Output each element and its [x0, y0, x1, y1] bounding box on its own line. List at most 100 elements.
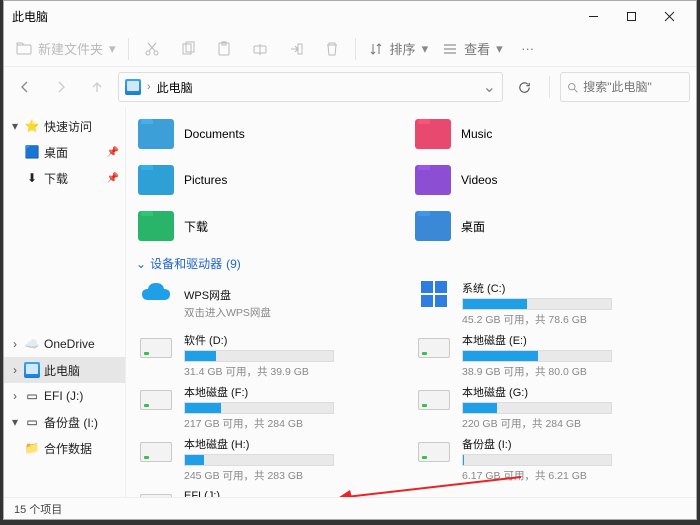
folder-documents[interactable]: Documents [138, 113, 407, 155]
search-box[interactable] [560, 72, 690, 102]
usage-bar [184, 402, 334, 414]
view-button[interactable]: 查看▾ [436, 33, 509, 65]
usage-bar [462, 350, 612, 362]
copy-icon [180, 41, 196, 57]
folder-music[interactable]: Music [415, 113, 684, 155]
download-icon: ⬇ [24, 170, 40, 186]
desktop-icon [415, 211, 451, 241]
videos-icon [415, 165, 451, 195]
share-button[interactable] [279, 33, 313, 65]
toolbar: 新建文件夹 ▾ 排序▾ 查看▾ ··· [4, 31, 696, 67]
pc-icon [24, 362, 40, 378]
documents-icon [138, 119, 174, 149]
sort-icon [368, 41, 384, 57]
back-button[interactable] [10, 72, 40, 102]
folders-grid: Documents Music Pictures Videos 下载 桌面 [138, 113, 696, 247]
view-icon [442, 41, 458, 57]
new-folder-button[interactable]: 新建文件夹 ▾ [10, 33, 122, 65]
folder-icon: 📁 [24, 440, 40, 456]
folder-pictures[interactable]: Pictures [138, 159, 407, 201]
drive-j[interactable]: EFI (J:)109 MB 可用，共 449 MB [138, 486, 406, 497]
paste-button[interactable] [207, 33, 241, 65]
drive-icon: ▭ [24, 414, 40, 430]
music-icon [415, 119, 451, 149]
sidebar-backup[interactable]: ▾▭备份盘 (I:) [4, 409, 125, 435]
address-bar[interactable]: › 此电脑 ⌄ [118, 72, 503, 102]
drive-icon [418, 442, 450, 462]
drives-grid: WPS网盘双击进入WPS网盘 系统 (C:)45.2 GB 可用，共 78.6 … [138, 278, 696, 497]
sidebar-onedrive[interactable]: ›☁️OneDrive [4, 331, 125, 357]
windows-icon [416, 278, 452, 310]
folder-desktop[interactable]: 桌面 [415, 205, 684, 247]
usage-bar [462, 454, 612, 466]
cut-icon [144, 41, 160, 57]
forward-button[interactable] [46, 72, 76, 102]
paste-icon [216, 41, 232, 57]
drive-icon [140, 338, 172, 358]
delete-button[interactable] [315, 33, 349, 65]
copy-button[interactable] [171, 33, 205, 65]
drive-icon [418, 390, 450, 410]
drive-d[interactable]: 软件 (D:)31.4 GB 可用，共 39.9 GB [138, 330, 406, 380]
folder-downloads[interactable]: 下载 [138, 205, 407, 247]
sidebar-downloads[interactable]: ⬇下载📌 [4, 165, 125, 191]
up-button[interactable] [82, 72, 112, 102]
sidebar-this-pc[interactable]: ›此电脑 [4, 357, 125, 383]
section-devices[interactable]: ⌄ 设备和驱动器 (9) [136, 255, 696, 272]
drive-icon [140, 494, 172, 497]
drive-icon [140, 442, 172, 462]
downloads-icon [138, 211, 174, 241]
usage-bar [184, 350, 334, 362]
drive-i[interactable]: 备份盘 (I:)6.17 GB 可用，共 6.21 GB [416, 434, 684, 484]
usage-bar [184, 454, 334, 466]
new-folder-icon [16, 41, 32, 57]
status-bar: 15 个项目 [4, 497, 696, 519]
pictures-icon [138, 165, 174, 195]
usage-bar [462, 402, 612, 414]
sort-button[interactable]: 排序▾ [362, 33, 435, 65]
folder-videos[interactable]: Videos [415, 159, 684, 201]
pin-icon: 📌 [107, 173, 119, 184]
rename-button[interactable] [243, 33, 277, 65]
search-icon [567, 81, 578, 94]
drive-h[interactable]: 本地磁盘 (H:)245 GB 可用，共 283 GB [138, 434, 406, 484]
cloud-icon: ☁️ [24, 336, 40, 352]
chevron-down-icon[interactable]: ⌄ [483, 77, 496, 97]
drive-icon: ▭ [24, 388, 40, 404]
search-input[interactable] [583, 80, 683, 94]
chevron-down-icon: ⌄ [136, 257, 146, 271]
drive-wps[interactable]: WPS网盘双击进入WPS网盘 [138, 278, 406, 328]
cut-button[interactable] [135, 33, 169, 65]
sidebar-coop[interactable]: 📁合作数据 [4, 435, 125, 461]
more-button[interactable]: ··· [511, 33, 545, 65]
sidebar: ▾⭐快速访问 🟦桌面📌 ⬇下载📌 ›☁️OneDrive ›此电脑 ›▭EFI … [4, 107, 126, 497]
breadcrumb[interactable]: 此电脑 [157, 79, 193, 96]
pin-icon: 📌 [107, 147, 119, 158]
wps-cloud-icon [138, 278, 174, 310]
window-title: 此电脑 [12, 8, 574, 25]
share-icon [288, 41, 304, 57]
minimize-button[interactable] [574, 1, 612, 31]
drive-icon [418, 338, 450, 358]
usage-bar [462, 298, 612, 310]
sidebar-desktop[interactable]: 🟦桌面📌 [4, 139, 125, 165]
sidebar-quick-access[interactable]: ▾⭐快速访问 [4, 113, 125, 139]
maximize-button[interactable] [612, 1, 650, 31]
address-row: › 此电脑 ⌄ [4, 67, 696, 107]
explorer-window: 此电脑 新建文件夹 ▾ 排序▾ 查看▾ ··· › 此电脑 ⌄ [3, 0, 697, 520]
trash-icon [324, 41, 340, 57]
drive-icon [140, 390, 172, 410]
sidebar-efi[interactable]: ›▭EFI (J:) [4, 383, 125, 409]
titlebar: 此电脑 [4, 1, 696, 31]
drive-c[interactable]: 系统 (C:)45.2 GB 可用，共 78.6 GB [416, 278, 684, 328]
star-icon: ⭐ [24, 118, 40, 134]
refresh-button[interactable] [509, 72, 539, 102]
main-content: Documents Music Pictures Videos 下载 桌面 ⌄ … [126, 107, 696, 497]
close-button[interactable] [650, 1, 688, 31]
drive-e[interactable]: 本地磁盘 (E:)38.9 GB 可用，共 80.0 GB [416, 330, 684, 380]
drive-f[interactable]: 本地磁盘 (F:)217 GB 可用，共 284 GB [138, 382, 406, 432]
desktop-icon: 🟦 [24, 144, 40, 160]
pc-icon [125, 79, 141, 95]
rename-icon [252, 41, 268, 57]
drive-g[interactable]: 本地磁盘 (G:)220 GB 可用，共 284 GB [416, 382, 684, 432]
